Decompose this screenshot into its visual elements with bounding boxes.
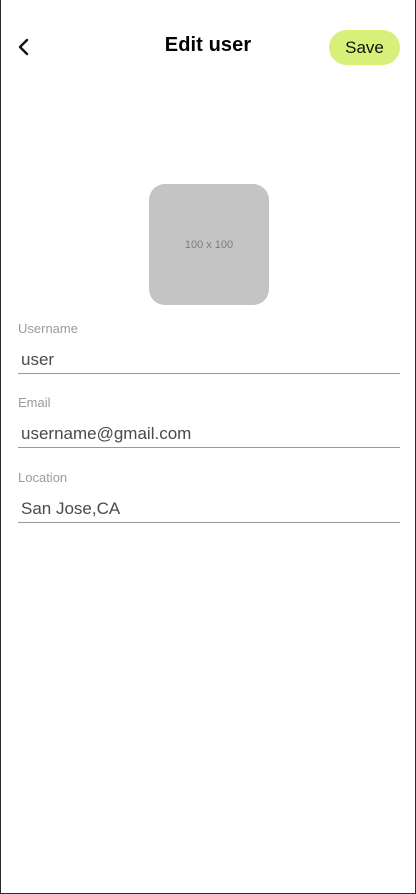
username-field-group: Username [18, 321, 400, 374]
location-label: Location [18, 470, 68, 485]
avatar-placeholder[interactable]: 100 x 100 [149, 184, 269, 305]
edit-user-screen: Edit user Save 100 x 100 Username Email … [0, 0, 416, 894]
username-input[interactable] [18, 346, 400, 374]
username-label: Username [18, 321, 78, 336]
email-label: Email [18, 395, 51, 410]
email-input[interactable] [18, 420, 400, 448]
save-button[interactable]: Save [329, 30, 400, 65]
avatar-placeholder-text: 100 x 100 [184, 238, 234, 251]
email-field-group: Email [18, 395, 400, 448]
location-input[interactable] [18, 495, 400, 523]
location-field-group: Location [18, 470, 400, 523]
